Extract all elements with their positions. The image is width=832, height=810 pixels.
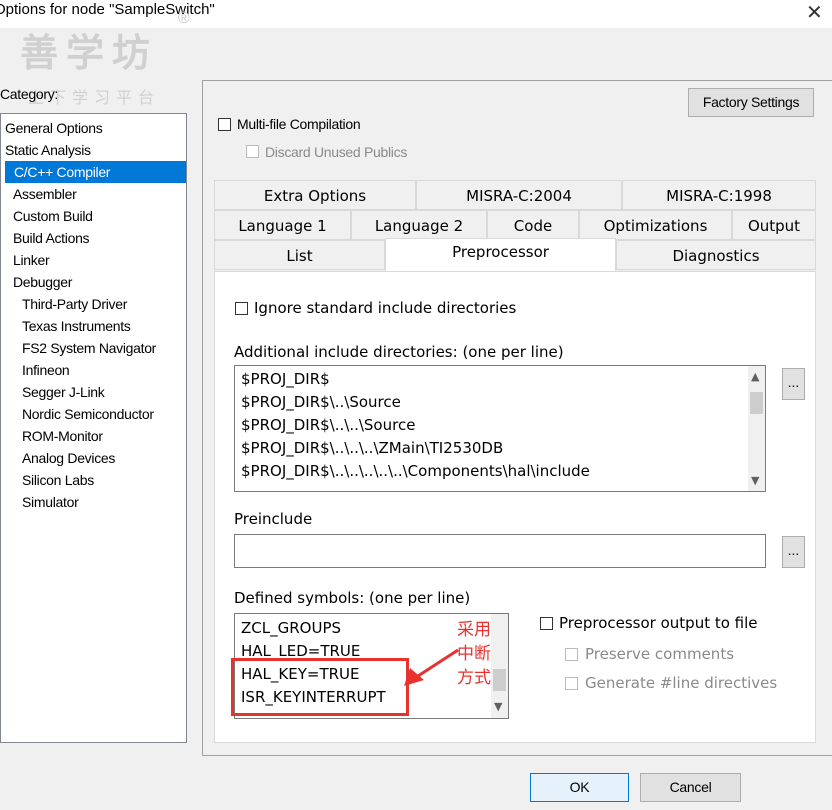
watermark-registered-mark: ® <box>178 10 190 27</box>
annotation-line: 采用 <box>457 620 491 640</box>
include-dir-line: $PROJ_DIR$\..\..\Source <box>241 416 416 434</box>
tab-misra-c-2004[interactable]: MISRA-C:2004 <box>416 180 622 210</box>
tab-optimizations[interactable]: Optimizations <box>579 210 732 240</box>
tab-diagnostics[interactable]: Diagnostics <box>616 240 816 270</box>
category-item[interactable]: FS2 System Navigator <box>22 337 156 359</box>
category-item[interactable]: General Options <box>5 117 103 139</box>
discard-unused-publics-checkbox[interactable] <box>246 145 259 158</box>
scroll-thumb[interactable] <box>750 392 763 414</box>
tab-misra-c-1998[interactable]: MISRA-C:1998 <box>622 180 816 210</box>
category-item[interactable]: Texas Instruments <box>22 315 131 337</box>
category-list[interactable]: General Options Static Analysis C/C++ Co… <box>0 113 187 743</box>
category-item[interactable]: ROM-Monitor <box>22 425 103 447</box>
discard-unused-publics-label: Discard Unused Publics <box>265 144 408 160</box>
watermark-logo: 善学坊 <box>20 31 159 75</box>
scroll-down-icon[interactable]: ▼ <box>751 474 759 487</box>
category-item[interactable]: Analog Devices <box>22 447 115 469</box>
category-item[interactable]: Linker <box>13 249 50 271</box>
ok-button[interactable]: OK <box>530 773 629 802</box>
category-item[interactable]: Build Actions <box>13 227 90 249</box>
category-item[interactable]: Infineon <box>22 359 70 381</box>
tab-output[interactable]: Output <box>732 210 816 240</box>
scroll-down-icon[interactable]: ▼ <box>494 700 502 713</box>
scroll-up-icon[interactable]: ▲ <box>751 370 759 383</box>
preinclude-input[interactable] <box>234 534 766 568</box>
category-item[interactable]: Custom Build <box>13 205 93 227</box>
preinclude-label: Preinclude <box>234 510 313 528</box>
category-item[interactable]: Nordic Semiconductor <box>22 403 154 425</box>
tab-code[interactable]: Code <box>487 210 579 240</box>
include-dirs-label: Additional include directories: (one per… <box>234 343 564 361</box>
include-dir-line: $PROJ_DIR$ <box>241 370 330 388</box>
include-dirs-scrollbar[interactable]: ▲ ▼ <box>748 366 765 491</box>
defined-symbols-label: Defined symbols: (one per line) <box>234 589 471 607</box>
multifile-compilation-label: Multi-file Compilation <box>237 116 361 132</box>
multifile-compilation-checkbox[interactable] <box>218 118 231 131</box>
generate-line-label: Generate #line directives <box>585 674 778 692</box>
annotation-line: 中断 <box>457 644 491 664</box>
ignore-std-include-label: Ignore standard include directories <box>254 299 517 317</box>
category-label: Category: <box>0 86 58 102</box>
preprocessor-output-label: Preprocessor output to file <box>559 614 758 632</box>
annotation-highlight-box <box>231 658 409 716</box>
include-dir-line: $PROJ_DIR$\..\..\..\..\..\Components\hal… <box>241 462 590 480</box>
factory-settings-button[interactable]: Factory Settings <box>688 88 814 117</box>
tab-language-2[interactable]: Language 2 <box>351 210 487 240</box>
category-item[interactable]: Debugger <box>13 271 72 293</box>
preserve-comments-checkbox[interactable] <box>565 648 578 661</box>
preserve-comments-label: Preserve comments <box>585 645 735 663</box>
close-icon[interactable]: ✕ <box>806 0 823 25</box>
ignore-std-include-checkbox[interactable] <box>235 302 248 315</box>
category-item[interactable]: Assembler <box>13 183 77 205</box>
tab-preprocessor[interactable]: Preprocessor <box>385 238 616 271</box>
include-dir-line: $PROJ_DIR$\..\..\..\ZMain\TI2530DB <box>241 439 504 457</box>
annotation-text: 采用 中断 方式 <box>457 618 505 690</box>
browse-include-dirs-button[interactable]: ... <box>782 368 805 400</box>
generate-line-checkbox[interactable] <box>565 677 578 690</box>
include-dirs-textarea[interactable]: $PROJ_DIR$ $PROJ_DIR$\..\Source $PROJ_DI… <box>234 365 766 492</box>
preprocessor-output-checkbox[interactable] <box>540 617 553 630</box>
category-item[interactable]: Silicon Labs <box>22 469 94 491</box>
category-item[interactable]: Segger J-Link <box>22 381 105 403</box>
category-item-selected[interactable]: C/C++ Compiler <box>5 161 186 183</box>
tab-language-1[interactable]: Language 1 <box>214 210 351 240</box>
tab-extra-options[interactable]: Extra Options <box>214 180 416 210</box>
defined-symbol-line: ZCL_GROUPS <box>241 619 342 637</box>
annotation-line: 方式 <box>457 668 491 688</box>
browse-preinclude-button[interactable]: ... <box>782 536 805 568</box>
category-item[interactable]: Simulator <box>22 491 79 513</box>
tab-list[interactable]: List <box>214 240 385 270</box>
include-dir-line: $PROJ_DIR$\..\Source <box>241 393 401 411</box>
category-item[interactable]: Static Analysis <box>5 139 91 161</box>
category-item[interactable]: Third-Party Driver <box>22 293 127 315</box>
cancel-button[interactable]: Cancel <box>640 773 741 802</box>
